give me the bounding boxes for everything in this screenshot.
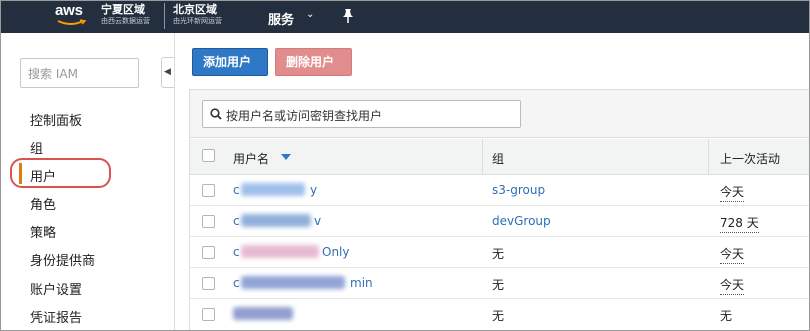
row-checkbox[interactable] xyxy=(202,277,215,290)
sidebar-item-dashboard[interactable]: 控制面板 xyxy=(30,110,82,129)
iam-search-input[interactable]: 搜索 IAM xyxy=(20,58,139,88)
region-ningxia[interactable]: 宁夏区域 由西云数据运营 xyxy=(101,4,150,25)
last-activity: 今天 xyxy=(720,245,745,264)
sidebar-collapse-button[interactable]: ◀ xyxy=(161,57,174,88)
group-value: 无 xyxy=(492,278,505,292)
delete-user-button[interactable]: 删除用户 xyxy=(275,48,352,76)
sidebar-divider xyxy=(174,33,175,331)
aws-logo-text: aws xyxy=(55,2,83,19)
aws-logo[interactable]: aws xyxy=(55,2,89,30)
group-value: 无 xyxy=(492,309,505,323)
row-divider xyxy=(190,267,810,268)
search-icon xyxy=(210,108,222,120)
sidebar-item-credential-report[interactable]: 凭证报告 xyxy=(30,307,82,326)
column-header-last-activity[interactable]: 上一次活动 xyxy=(720,150,780,167)
username-link[interactable]: c xyxy=(233,214,240,228)
user-search-input[interactable]: 按用户名或访问密钥查找用户 xyxy=(202,100,521,128)
column-header-group[interactable]: 组 xyxy=(492,150,504,167)
column-header-username[interactable]: 用户名 xyxy=(233,150,269,167)
column-divider xyxy=(482,139,483,175)
last-activity: 今天 xyxy=(720,183,745,202)
username-link-end[interactable]: min xyxy=(350,276,373,290)
group-value: 无 xyxy=(492,247,505,261)
sidebar-item-groups[interactable]: 组 xyxy=(30,138,43,157)
row-checkbox[interactable] xyxy=(202,246,215,259)
last-activity: 728 天 xyxy=(720,214,759,233)
redacted-username xyxy=(241,183,305,196)
username-link[interactable]: c xyxy=(233,276,240,290)
region-operator: 由西云数据运营 xyxy=(101,17,150,25)
last-activity: 今天 xyxy=(720,276,745,295)
row-divider xyxy=(190,298,810,299)
username-link-end[interactable]: Only xyxy=(322,245,350,259)
row-divider xyxy=(190,205,810,206)
redacted-username xyxy=(241,214,311,227)
row-checkbox[interactable] xyxy=(202,184,215,197)
region-operator: 由光环新网运营 xyxy=(173,17,222,25)
row-divider xyxy=(190,236,810,237)
highlight-annotation xyxy=(10,158,111,188)
top-navigation-bar: aws 宁夏区域 由西云数据运营 北京区域 由光环新网运营 服务 ⌄ xyxy=(0,0,810,33)
select-all-checkbox[interactable] xyxy=(202,149,215,162)
redacted-username xyxy=(233,307,293,320)
group-link[interactable]: devGroup xyxy=(492,214,551,228)
redacted-username xyxy=(241,276,345,289)
pin-icon[interactable] xyxy=(341,8,355,24)
user-search-placeholder: 按用户名或访问密钥查找用户 xyxy=(226,109,383,123)
services-menu[interactable]: 服务 xyxy=(268,9,294,28)
region-name: 宁夏区域 xyxy=(101,3,145,16)
sidebar-item-policies[interactable]: 策略 xyxy=(30,222,56,241)
region-beijing[interactable]: 北京区域 由光环新网运营 xyxy=(164,3,222,29)
chevron-left-icon: ◀ xyxy=(164,67,171,77)
username-link[interactable]: c xyxy=(233,245,240,259)
add-user-button[interactable]: 添加用户 xyxy=(192,48,268,76)
region-name: 北京区域 xyxy=(173,3,217,16)
last-activity: 无 xyxy=(720,309,733,323)
column-divider xyxy=(708,139,709,175)
aws-smile-icon xyxy=(57,19,87,25)
redacted-username xyxy=(241,245,319,258)
username-link[interactable]: c xyxy=(233,183,240,197)
sidebar-item-account-settings[interactable]: 账户设置 xyxy=(30,279,82,298)
username-link-end[interactable]: y xyxy=(310,183,317,197)
row-checkbox[interactable] xyxy=(202,308,215,321)
username-link-end[interactable]: v xyxy=(314,214,321,228)
group-link[interactable]: s3-group xyxy=(492,183,545,197)
sidebar-item-roles[interactable]: 角色 xyxy=(30,194,56,213)
chevron-down-icon[interactable]: ⌄ xyxy=(306,9,314,20)
row-checkbox[interactable] xyxy=(202,215,215,228)
sort-descending-icon[interactable] xyxy=(281,154,291,160)
sidebar-item-identity-providers[interactable]: 身份提供商 xyxy=(30,250,95,269)
